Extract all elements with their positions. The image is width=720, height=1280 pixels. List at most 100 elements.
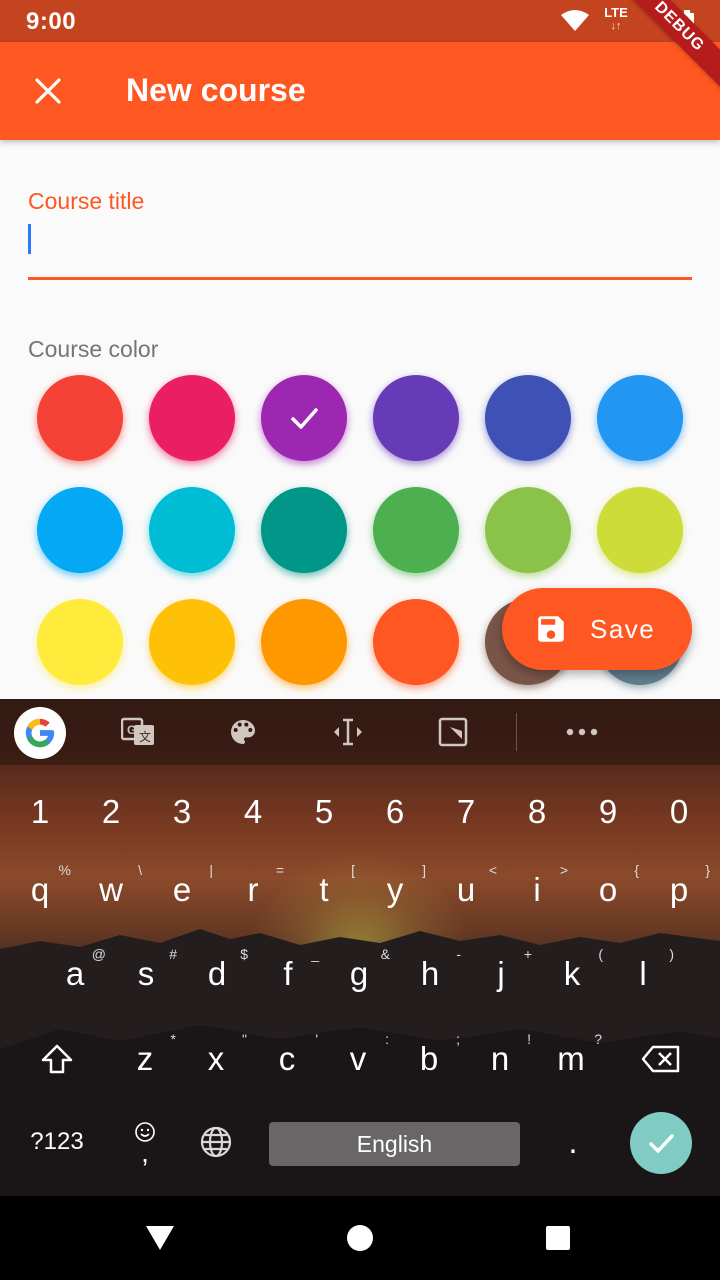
backspace-icon (641, 1045, 680, 1073)
key-label: 7 (456, 793, 476, 830)
key-p[interactable]: p} (644, 852, 714, 928)
key-hint: = (275, 862, 284, 878)
color-swatch[interactable] (373, 599, 459, 685)
key-r[interactable]: r = (218, 852, 288, 928)
more-icon[interactable] (554, 709, 610, 755)
key-label: u (456, 871, 476, 908)
key-g[interactable]: g & (324, 936, 394, 1012)
key-hint: > (559, 862, 568, 878)
key-7[interactable]: 7 (431, 774, 501, 850)
course-title-input[interactable] (28, 220, 692, 280)
key-5[interactable]: 5 (289, 774, 359, 850)
key-x[interactable]: x " (181, 1021, 251, 1097)
key-hint: \ (138, 862, 142, 878)
color-swatch[interactable] (261, 599, 347, 685)
color-swatch[interactable] (485, 375, 571, 461)
recents-button[interactable] (536, 1216, 580, 1260)
color-swatch[interactable] (37, 375, 123, 461)
key-hint: | (209, 862, 213, 878)
key-k[interactable]: k( (537, 936, 607, 1012)
back-button[interactable] (138, 1216, 182, 1260)
save-button[interactable]: Save (502, 588, 692, 670)
google-icon[interactable] (14, 707, 66, 759)
period-key[interactable]: . (538, 1104, 608, 1180)
enter-key[interactable] (630, 1112, 692, 1174)
key-n[interactable]: n! (465, 1021, 535, 1097)
text-cursor-icon[interactable] (320, 709, 376, 755)
key-8[interactable]: 8 (502, 774, 572, 850)
emoji-comma-key[interactable]: , (110, 1104, 180, 1180)
key-u[interactable]: u < (431, 852, 501, 928)
home-button[interactable] (338, 1216, 382, 1260)
key-z[interactable]: z * (110, 1021, 180, 1097)
color-swatch[interactable] (373, 375, 459, 461)
save-icon (534, 612, 568, 646)
symbols-key[interactable]: ?123 (22, 1104, 92, 1180)
key-9[interactable]: 9 (573, 774, 643, 850)
key-q[interactable]: q% (5, 852, 75, 928)
color-swatch[interactable] (261, 487, 347, 573)
key-d[interactable]: d $ (182, 936, 252, 1012)
key-2[interactable]: 2 (76, 774, 146, 850)
key-3[interactable]: 3 (147, 774, 217, 850)
key-t[interactable]: t[ (289, 852, 359, 928)
course-title-label: Course title (28, 188, 145, 214)
color-swatch[interactable] (37, 599, 123, 685)
close-button[interactable] (14, 60, 82, 122)
color-swatch[interactable] (149, 487, 235, 573)
lte-indicator: LTE ↓↑ (602, 6, 630, 33)
key-hint: : (385, 1031, 389, 1047)
key-label: t (319, 871, 329, 908)
home-circle-icon (347, 1225, 373, 1251)
screenshot-icon[interactable] (425, 709, 481, 755)
key-h[interactable]: h- (395, 936, 465, 1012)
key-hint: ! (527, 1031, 531, 1047)
color-swatch[interactable] (485, 487, 571, 573)
key-label: 2 (101, 793, 121, 830)
color-swatch[interactable] (149, 599, 235, 685)
shift-key[interactable] (22, 1021, 92, 1097)
key-hint: ' (315, 1031, 318, 1047)
key-o[interactable]: o{ (573, 852, 643, 928)
key-label: q (30, 871, 50, 908)
key-y[interactable]: y] (360, 852, 430, 928)
color-swatch[interactable] (597, 375, 683, 461)
language-key[interactable] (181, 1104, 251, 1180)
key-hint: _ (311, 946, 319, 962)
key-w[interactable]: w \ (76, 852, 146, 928)
key-l[interactable]: l) (608, 936, 678, 1012)
translate-icon[interactable]: G文 (110, 709, 166, 755)
key-c[interactable]: c ' (252, 1021, 322, 1097)
key-4[interactable]: 4 (218, 774, 288, 850)
key-a[interactable]: a @ (40, 936, 110, 1012)
save-label: Save (590, 613, 656, 644)
key-hint: } (705, 862, 710, 878)
comma-label: , (141, 1137, 149, 1168)
key-m[interactable]: m? (536, 1021, 606, 1097)
color-swatch[interactable] (373, 487, 459, 573)
course-color-label: Course color (28, 336, 159, 362)
palette-icon[interactable] (215, 709, 271, 755)
key-i[interactable]: i > (502, 852, 572, 928)
key-label: 1 (30, 793, 50, 830)
color-swatch[interactable] (261, 375, 347, 461)
key-6[interactable]: 6 (360, 774, 430, 850)
key-f[interactable]: f _ (253, 936, 323, 1012)
color-swatch[interactable] (597, 487, 683, 573)
key-e[interactable]: e | (147, 852, 217, 928)
key-s[interactable]: s # (111, 936, 181, 1012)
color-swatch[interactable] (149, 375, 235, 461)
key-hint: ? (594, 1031, 602, 1047)
key-0[interactable]: 0 (644, 774, 714, 850)
key-1[interactable]: 1 (5, 774, 75, 850)
key-label: 9 (598, 793, 618, 830)
backspace-key[interactable] (626, 1021, 696, 1097)
key-v[interactable]: v: (323, 1021, 393, 1097)
key-j[interactable]: j + (466, 936, 536, 1012)
status-time: 9:00 (26, 8, 77, 35)
color-swatch[interactable] (37, 487, 123, 573)
key-label: 0 (669, 793, 689, 830)
space-key[interactable]: English (269, 1122, 520, 1166)
check-icon (649, 1134, 674, 1153)
key-b[interactable]: b; (394, 1021, 464, 1097)
